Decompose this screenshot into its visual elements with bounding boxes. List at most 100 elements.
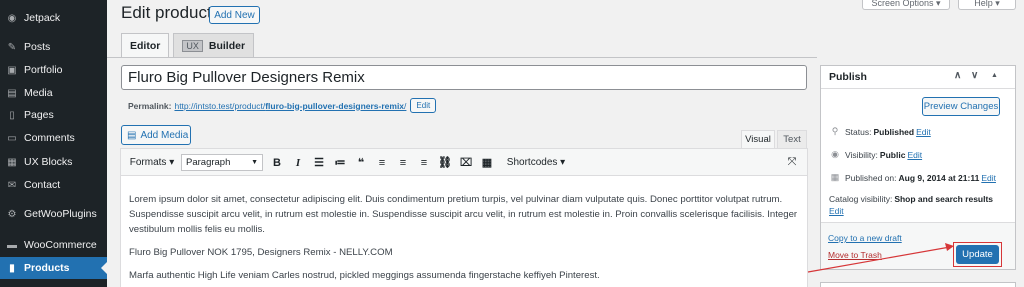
visibility-edit-link[interactable]: Edit [907, 150, 922, 160]
sidebar-item-ux-blocks[interactable]: ▦ UX Blocks [0, 151, 107, 173]
content-paragraph: Lorem ipsum dolor sit amet, consectetur … [129, 194, 798, 235]
sidebar-item-contact[interactable]: ✉ Contact [0, 174, 107, 196]
content-editor: Formats ▾ Paragraph ▼ B I ☰ ≔ ❝ ≡ ≡ ≡ ⛓ ⌧… [120, 148, 808, 287]
catalog-edit-link[interactable]: Edit [829, 206, 844, 216]
publish-box-title: Publish [829, 71, 867, 83]
published-edit-link[interactable]: Edit [981, 173, 996, 183]
align-center-icon[interactable]: ≡ [395, 155, 411, 170]
move-down-icon[interactable]: ∨ [971, 70, 978, 81]
media-icon: ▤ [7, 87, 17, 99]
sidebar-item-posts[interactable]: ✎ Posts [0, 36, 107, 58]
shortcodes-dropdown[interactable]: Shortcodes ▾ [505, 155, 567, 170]
pages-icon: ▯ [9, 109, 15, 121]
permalink-slug: fluro-big-pullover-designers-remix [265, 100, 405, 111]
product-title-input[interactable] [121, 65, 807, 90]
editor-mode-tabs: Editor UX Builder [121, 33, 255, 57]
woocommerce-icon: ▬ [7, 239, 17, 251]
permalink-label: Permalink: [128, 100, 172, 111]
editor-toolbar: Formats ▾ Paragraph ▼ B I ☰ ≔ ❝ ≡ ≡ ≡ ⛓ ⌧… [121, 149, 807, 176]
permalink-edit-button[interactable]: Edit [410, 98, 437, 113]
sidebar-item-getwooplugins[interactable]: ⚙ GetWooPlugins [0, 203, 107, 225]
products-icon: ▮ [9, 262, 15, 274]
tab-label: Editor [130, 39, 161, 52]
sidebar-item-pages[interactable]: ▯ Pages [0, 104, 107, 126]
tab-editor[interactable]: Editor [121, 33, 170, 57]
status-row: ⚲ Status: Published Edit [829, 126, 931, 137]
tab-visual[interactable]: Visual [741, 130, 775, 148]
tab-ux-builder[interactable]: UX Builder [173, 33, 255, 57]
sidebar-item-label: Products [24, 262, 70, 274]
update-button[interactable]: Update [956, 245, 999, 264]
page-title: Edit product [121, 3, 212, 22]
gear-icon: ⚙ [7, 208, 17, 220]
admin-sidebar: ◉ Jetpack ✎ Posts ▣ Portfolio ▤ Media ▯ Pages… [0, 0, 107, 287]
add-media-button[interactable]: ▤ Add Media [121, 125, 191, 145]
collapse-toggle-icon[interactable]: ▲ [991, 72, 998, 79]
align-left-icon[interactable]: ≡ [374, 155, 390, 170]
published-value: Aug 9, 2014 at 21:11 [898, 172, 980, 183]
catalog-label: Catalog visibility: [829, 194, 893, 204]
paragraph-select[interactable]: Paragraph ▼ [181, 154, 263, 171]
align-right-icon[interactable]: ≡ [416, 155, 432, 170]
status-value: Published [873, 126, 915, 137]
tab-text[interactable]: Text [777, 130, 807, 148]
editor-content[interactable]: Lorem ipsum dolor sit amet, consectetur … [129, 192, 799, 287]
publish-actions: Copy to a new draft Move to Trash Update [821, 222, 1015, 269]
catalog-visibility-row: Catalog visibility: Shop and search resu… [829, 194, 995, 204]
tab-label: Builder [208, 39, 246, 52]
sidebar-item-portfolio[interactable]: ▣ Portfolio [0, 59, 107, 81]
unlink-icon[interactable]: ⌧ [458, 155, 474, 170]
bold-icon[interactable]: B [269, 155, 285, 170]
visibility-label: Visibility: [845, 149, 878, 160]
sidebar-item-comments[interactable]: ▭ Comments [0, 127, 107, 149]
move-up-icon[interactable]: ∧ [954, 70, 961, 81]
chevron-down-icon: ▼ [251, 159, 258, 166]
link-icon[interactable]: ⛓ [437, 155, 453, 170]
wp-admin-screen: ◉ Jetpack ✎ Posts ▣ Portfolio ▤ Media ▯ Pages… [0, 0, 1024, 287]
sidebar-item-woocommerce[interactable]: ▬ WooCommerce [0, 234, 107, 256]
calendar-icon: ▦ [830, 172, 840, 182]
sidebar-item-label: Media [24, 87, 53, 99]
sidebar-item-label: Pages [24, 109, 54, 121]
content-paragraph: Fluro Big Pullover NOK 1795, Designers R… [129, 247, 393, 258]
sidebar-item-label: GetWooPlugins [24, 208, 97, 220]
formats-dropdown[interactable]: Formats ▾ [129, 155, 175, 170]
next-meta-box [820, 282, 1016, 287]
numbered-list-icon[interactable]: ≔ [332, 155, 348, 170]
sidebar-item-jetpack[interactable]: ◉ Jetpack [0, 7, 107, 29]
eye-icon: ◉ [831, 149, 839, 159]
media-icon: ▤ [127, 129, 137, 141]
ux-badge: UX [182, 39, 203, 52]
sidebar-item-label: Posts [24, 41, 51, 53]
envelope-icon: ✉ [7, 179, 17, 191]
jetpack-icon: ◉ [7, 12, 17, 24]
fullscreen-icon[interactable]: ⤧ [785, 155, 799, 170]
status-edit-link[interactable]: Edit [916, 127, 931, 137]
paragraph-select-value: Paragraph [186, 157, 231, 168]
italic-icon[interactable]: I [290, 155, 306, 170]
sidebar-item-media[interactable]: ▤ Media [0, 82, 107, 104]
published-on-row: ▦ Published on: Aug 9, 2014 at 21:11 Edi… [829, 172, 996, 183]
bullet-list-icon[interactable]: ☰ [311, 155, 327, 170]
add-media-label: Add Media [140, 129, 189, 141]
preview-changes-button[interactable]: Preview Changes [922, 97, 1000, 116]
toolbar-toggle-icon[interactable]: ▦ [479, 155, 495, 170]
sidebar-item-label: Portfolio [24, 64, 63, 76]
sidebar-item-label: WooCommerce [24, 239, 97, 251]
sidebar-item-products[interactable]: ▮ Products [0, 257, 107, 279]
add-new-button[interactable]: Add New [209, 6, 260, 24]
pin-icon: ⚲ [831, 126, 839, 136]
screen-options-button[interactable]: Screen Options ▾ [862, 0, 950, 10]
help-button[interactable]: Help ▾ [958, 0, 1016, 10]
permalink-end: / [404, 100, 407, 111]
visibility-row: ◉ Visibility: Public Edit [829, 149, 922, 160]
permalink-row: Permalink: http://intsto.test/product/fl… [128, 98, 437, 113]
comments-icon: ▭ [7, 132, 17, 144]
blockquote-icon[interactable]: ❝ [353, 155, 369, 170]
move-to-trash-link[interactable]: Move to Trash [828, 250, 882, 260]
tabs-divider [107, 57, 817, 58]
catalog-edit-row: Edit [829, 206, 844, 216]
permalink-link[interactable]: http://intsto.test/product/fluro-big-pul… [174, 101, 406, 111]
publish-box: Publish ∧ ∨ ▲ Preview Changes ⚲ Status: … [820, 65, 1016, 270]
copy-to-draft-link[interactable]: Copy to a new draft [828, 233, 902, 243]
